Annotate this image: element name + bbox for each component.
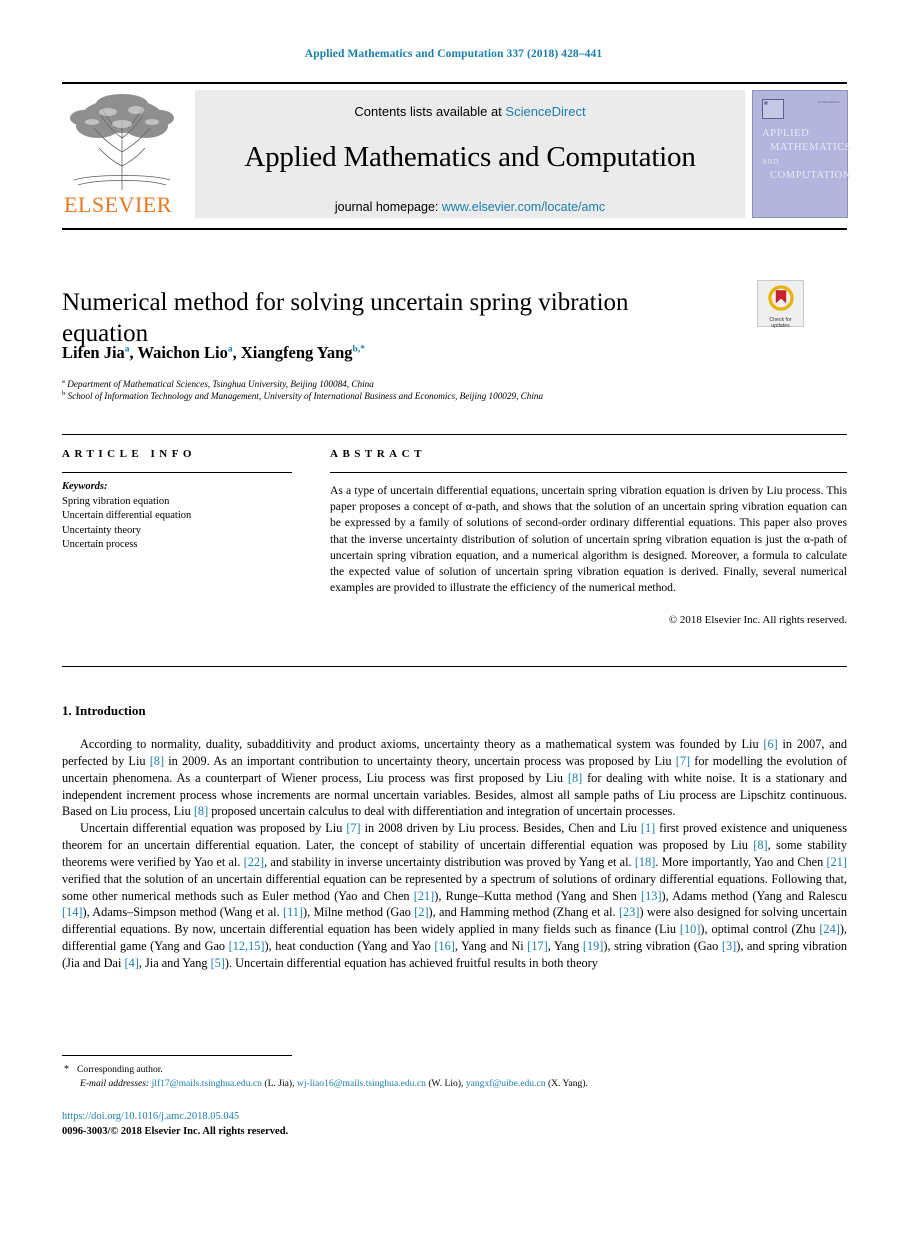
homepage-prefix: journal homepage: <box>334 200 442 214</box>
affiliation-b-text: School of Information Technology and Man… <box>67 391 544 402</box>
corresponding-author-note: * Corresponding author. <box>62 1063 847 1077</box>
article-info-column: ARTICLE INFO Keywords: Spring vibration … <box>62 448 292 553</box>
email-sep-3: . <box>585 1078 588 1089</box>
paragraph: According to normality, duality, subaddi… <box>62 737 847 819</box>
email-link[interactable]: yangxf@uibe.edu.cn <box>466 1078 546 1089</box>
crossmark-label: Check for updates <box>758 317 803 329</box>
homepage-url-link[interactable]: www.elsevier.com/locate/amc <box>442 200 605 214</box>
journal-cover-thumbnail: ▦ ScienceDirect APPLIED MATHEMATICS AND … <box>752 90 851 218</box>
journal-homepage-line: journal homepage: www.elsevier.com/locat… <box>195 200 745 214</box>
page-title: Numerical method for solving uncertain s… <box>62 288 629 347</box>
crossmark-label-line1: Check for <box>769 317 792 323</box>
elsevier-wordmark: ELSEVIER <box>64 192 172 217</box>
info-top-rule <box>62 434 847 435</box>
crossmark-icon <box>767 285 794 311</box>
keyword-item: Uncertain process <box>62 539 138 550</box>
running-head: Applied Mathematics and Computation 337 … <box>304 48 603 60</box>
article-info-divider <box>62 472 292 473</box>
abstract-text: As a type of uncertain differential equa… <box>330 484 847 595</box>
elsevier-logo: ELSEVIER <box>62 90 182 218</box>
email-owner: (X. Yang) <box>547 1078 586 1089</box>
affiliation-a-marker: a <box>62 378 65 385</box>
cover-line-2: MATHEMATICS <box>770 142 852 153</box>
section-heading-introduction: 1. Introduction <box>62 703 146 718</box>
keywords-label: Keywords: <box>62 481 108 492</box>
abstract-divider <box>330 472 847 473</box>
article-info-heading: ARTICLE INFO <box>62 448 196 460</box>
contents-line: Contents lists available at ScienceDirec… <box>195 104 745 119</box>
email-link[interactable]: wj-liao16@mails.tsinghua.edu.cn <box>297 1078 426 1089</box>
issn-copyright-line: 0096-3003/© 2018 Elsevier Inc. All right… <box>62 1125 289 1137</box>
paragraph: Uncertain differential equation was prop… <box>62 821 848 970</box>
footnote-rule <box>62 1055 292 1056</box>
sciencedirect-link[interactable]: ScienceDirect <box>505 104 585 119</box>
footnote-block: * Corresponding author. E-mail addresses:… <box>62 1063 847 1091</box>
cover-line-1: APPLIED <box>762 128 810 139</box>
cover-line-4: COMPUTATION <box>770 170 852 181</box>
cover-publisher-mark: ▦ <box>762 99 784 119</box>
paper-page: Applied Mathematics and Computation 337 … <box>0 0 907 1238</box>
cover-title: APPLIED MATHEMATICS AND COMPUTATION <box>762 127 851 183</box>
author-list: Lifen Jiaa, Waichon Lioa, Xiangfeng Yang… <box>62 343 365 362</box>
crossmark-badge[interactable]: Check for updates <box>757 280 804 329</box>
affiliation-b-marker: b <box>62 390 66 397</box>
journal-masthead: ELSEVIER Contents lists available at Sci… <box>62 82 851 220</box>
journal-title: Applied Mathematics and Computation <box>244 141 696 173</box>
keyword-item: Spring vibration equation <box>62 495 170 507</box>
abstract-copyright: © 2018 Elsevier Inc. All rights reserved… <box>668 614 847 627</box>
keyword-item: Uncertainty theory <box>62 524 142 536</box>
email-label: E-mail addresses: <box>80 1078 150 1089</box>
crossmark-label-line2: updates <box>771 323 790 330</box>
abstract-column: ABSTRACT As a type of uncertain differen… <box>330 448 847 626</box>
email-sep-1: , <box>292 1078 295 1089</box>
email-link[interactable]: jlf17@mails.tsinghua.edu.cn <box>152 1078 262 1089</box>
keyword-item: Uncertain differential equation <box>62 510 192 521</box>
elsevier-tree-icon <box>70 94 174 190</box>
contents-prefix: Contents lists available at <box>354 104 506 119</box>
asterisk-icon: * <box>64 1064 69 1075</box>
doi-block: https://doi.org/10.1016/j.amc.2018.05.04… <box>62 1110 288 1139</box>
abstract-heading: ABSTRACT <box>330 448 426 460</box>
cover-line-3: AND <box>762 158 779 166</box>
cover-corner-text: ScienceDirect <box>817 100 840 104</box>
email-owner: (W. Lio) <box>428 1078 462 1089</box>
email-owner: (L. Jia) <box>264 1078 293 1089</box>
introduction-body: According to normality, duality, subaddi… <box>62 736 847 972</box>
masthead-bottom-rule <box>62 228 847 230</box>
doi-link[interactable]: https://doi.org/10.1016/j.amc.2018.05.04… <box>62 1110 288 1125</box>
corresponding-author-text: Corresponding author. <box>77 1064 163 1075</box>
sciencedirect-banner: Contents lists available at ScienceDirec… <box>195 90 745 218</box>
email-addresses-line: E-mail addresses: jlf17@mails.tsinghua.e… <box>62 1077 847 1091</box>
info-bottom-rule <box>62 666 847 667</box>
keywords-block: Keywords: Spring vibration equation Unce… <box>62 480 292 553</box>
affiliation-b: b School of Information Technology and M… <box>62 388 543 402</box>
email-sep-2: , <box>461 1078 464 1089</box>
